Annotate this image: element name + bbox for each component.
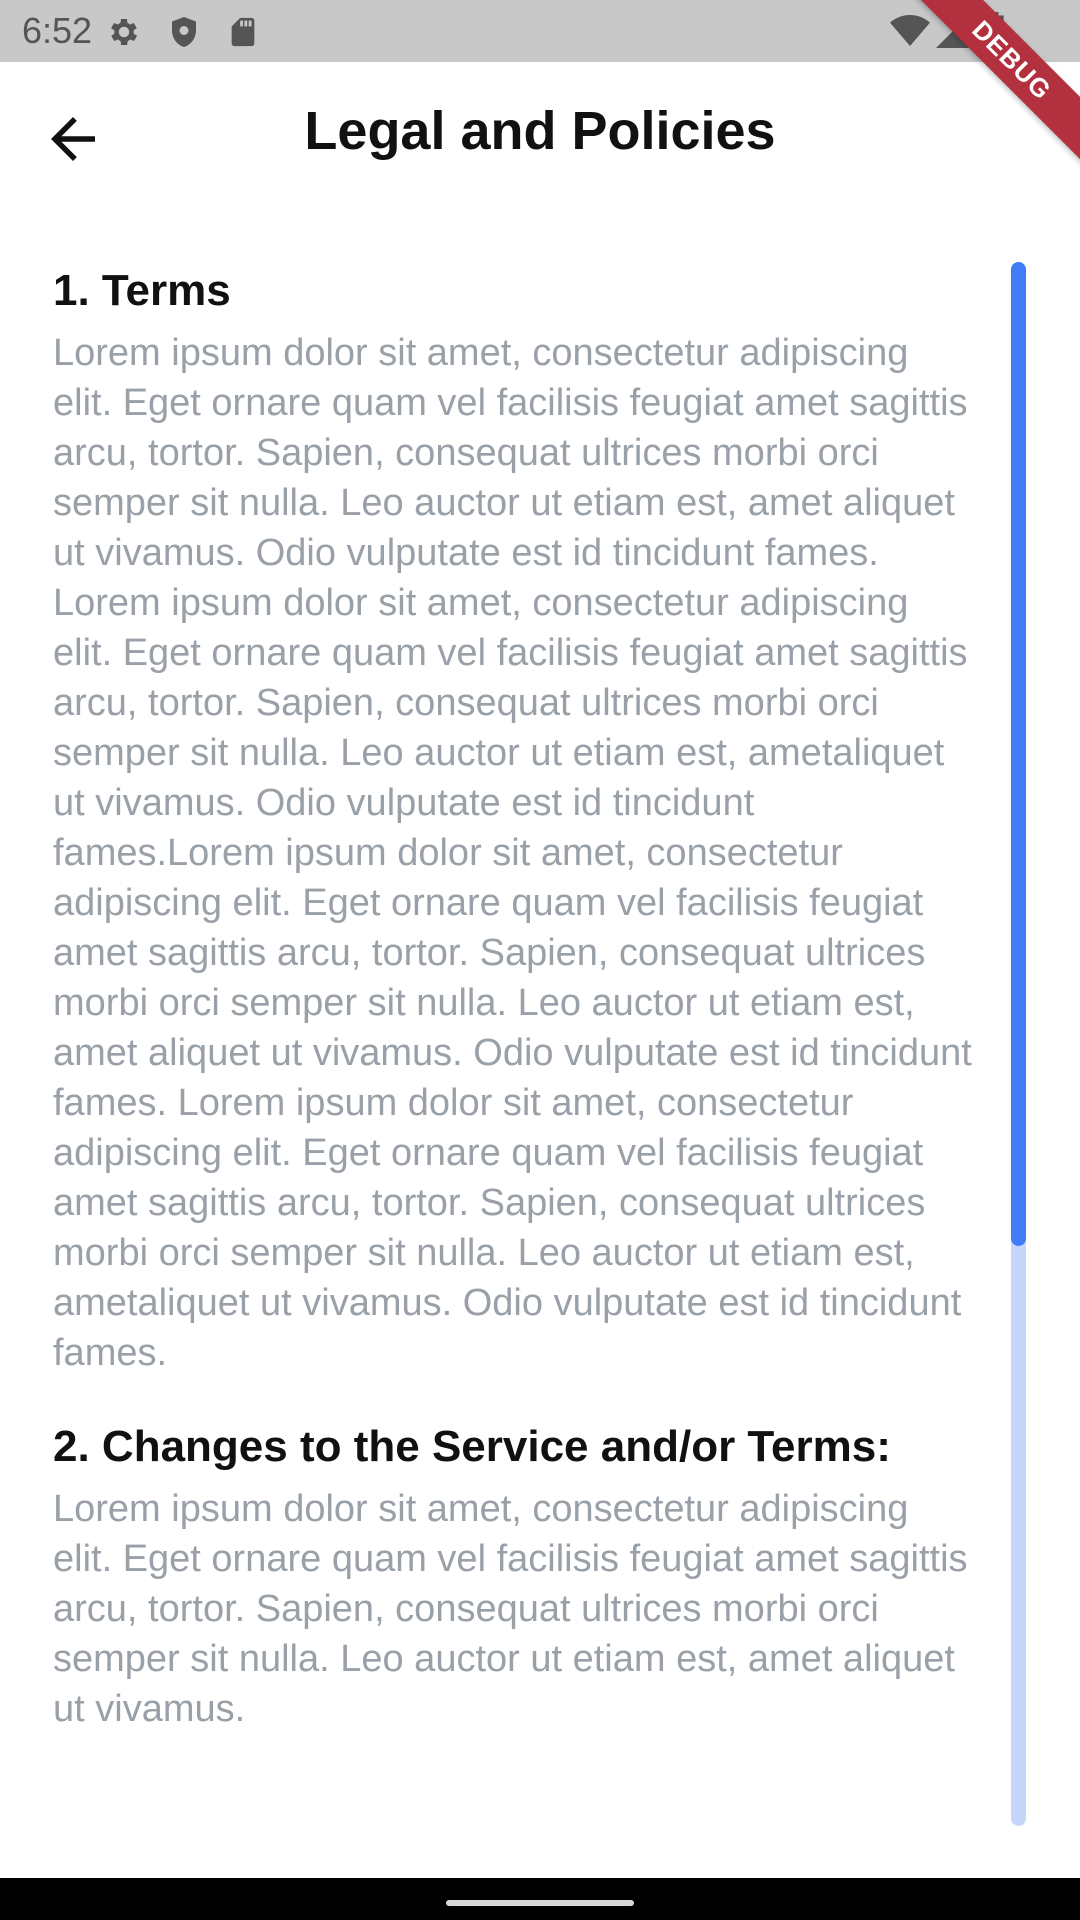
- page-title: Legal and Policies: [304, 101, 776, 161]
- sd-card-icon: [226, 14, 260, 50]
- wifi-icon: [890, 14, 930, 48]
- shield-icon: [166, 14, 202, 50]
- system-nav-bar: [0, 1878, 1080, 1920]
- settings-icon: [106, 14, 142, 50]
- section-body-terms: Lorem ipsum dolor sit amet, consectetur …: [53, 332, 972, 1374]
- section-title-terms: 1. Terms: [53, 266, 231, 315]
- status-bar: 6:52: [0, 0, 1080, 62]
- scrollbar-thumb[interactable]: [1011, 262, 1026, 1246]
- section-title-changes: 2. Changes to the Service and/or Terms:: [53, 1422, 891, 1471]
- home-indicator[interactable]: [446, 1900, 634, 1906]
- app-bar: Legal and Policies: [0, 62, 1080, 207]
- section-body-changes: Lorem ipsum dolor sit amet, consectetur …: [53, 1488, 968, 1730]
- policy-content[interactable]: 1. Terms Lorem ipsum dolor sit amet, con…: [53, 262, 973, 1824]
- status-time: 6:52: [22, 10, 93, 51]
